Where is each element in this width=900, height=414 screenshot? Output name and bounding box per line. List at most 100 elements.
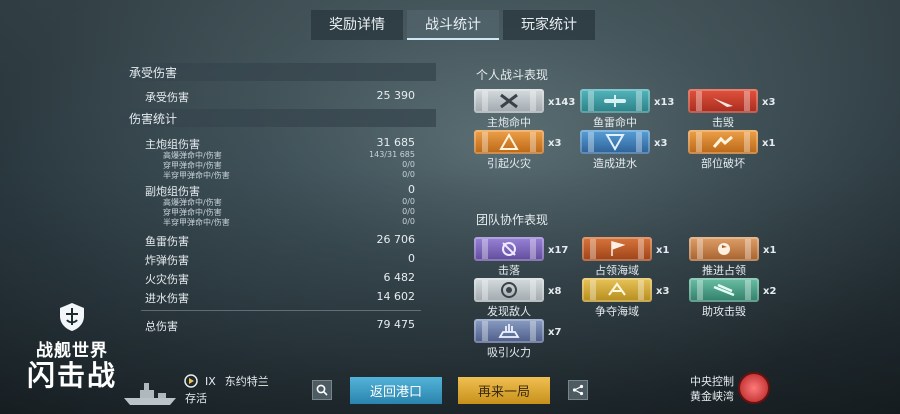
- medal-label: 鱼雷命中: [593, 116, 637, 129]
- fire-icon: [499, 133, 519, 150]
- game-logo: 战舰世界 闪击战: [22, 302, 122, 391]
- divider: [141, 310, 421, 311]
- medal-destroyed[interactable]: 击毁 x3: [688, 89, 776, 129]
- personal-performance-title: 个人战斗表现: [476, 68, 549, 82]
- sub-stat-row: 穿甲弹命中/伤害 0/0: [121, 160, 436, 170]
- medal-count: x1: [763, 245, 777, 256]
- team-performance-title: 团队协作表现: [476, 213, 549, 227]
- medal-count: x1: [656, 245, 670, 256]
- tab-battle-stats[interactable]: 战斗统计: [407, 10, 499, 40]
- medal-caused-flooding[interactable]: 造成进水 x3: [580, 130, 668, 170]
- medal-label: 击毁: [712, 116, 734, 129]
- medal-label: 部位破坏: [701, 157, 745, 170]
- sinking-ship-icon: [713, 98, 733, 107]
- damage-stats-header: 伤害统计: [121, 109, 436, 127]
- search-button[interactable]: [312, 380, 332, 400]
- sub-stat-row: 高爆弹命中/伤害 143/31 685: [121, 150, 436, 160]
- medal-label: 吸引火力: [487, 346, 531, 359]
- ship-tier: IX 东约特兰: [184, 373, 269, 389]
- medal-torpedo-hits[interactable]: 鱼雷命中 x13: [580, 89, 674, 129]
- medal-count: x17: [548, 245, 569, 256]
- medal-caused-fire[interactable]: 引起火灾 x3: [474, 130, 562, 170]
- play-again-button[interactable]: 再来一局: [458, 377, 550, 404]
- medal-ribbon: [582, 237, 652, 261]
- map-name: 黄金峡湾: [690, 390, 734, 403]
- flag-icon: [611, 241, 626, 256]
- share-button[interactable]: [568, 380, 588, 400]
- medal-module-destroyed[interactable]: 部位破坏 x1: [688, 130, 776, 170]
- ship-tier-label: IX: [205, 374, 216, 388]
- tank-damage-icon: [498, 324, 520, 338]
- return-port-button[interactable]: 返回港口: [350, 377, 442, 404]
- stat-row: 炸弹伤害 0: [121, 249, 436, 268]
- medal-ribbon: [474, 237, 544, 261]
- helm-emblem-icon: [60, 303, 84, 331]
- stat-value: 25 390: [376, 89, 416, 102]
- medal-label: 推进占领: [702, 264, 746, 277]
- tab-rewards[interactable]: 奖励详情: [311, 10, 403, 40]
- contest-icon: [608, 282, 626, 296]
- medal-count: x2: [763, 286, 777, 297]
- medal-label: 引起火灾: [487, 157, 531, 170]
- assist-icon: [713, 283, 735, 297]
- water-icon: [605, 134, 625, 151]
- medal-label: 造成进水: [593, 157, 637, 170]
- stat-value: 0: [408, 183, 415, 196]
- sub-stat-value: 0/0: [402, 197, 415, 206]
- medal-capture-progress[interactable]: 推进占领 x1: [689, 237, 777, 277]
- sub-stat-value: 0/0: [402, 160, 415, 169]
- stat-row: 火灾伤害 6 482: [121, 268, 436, 287]
- medal-contested-zone[interactable]: 争夺海域 x3: [582, 278, 670, 318]
- medal-ribbon: [580, 130, 650, 154]
- logo-line2: 闪击战: [26, 359, 117, 392]
- medal-count: x3: [656, 286, 670, 297]
- medal-ribbon: [474, 319, 544, 343]
- medal-ribbon: [688, 89, 758, 113]
- medal-count: x3: [762, 97, 776, 108]
- capture-icon: [718, 243, 730, 255]
- medal-label: 占领海域: [595, 264, 639, 277]
- sub-stat-label: 半穿甲弹命中/伤害: [163, 218, 230, 227]
- medal-ribbon: [474, 130, 544, 154]
- medal-planes-shot-down[interactable]: 击落 x17: [474, 237, 568, 277]
- medal-count: x13: [654, 97, 675, 108]
- medal-ribbon: [474, 278, 544, 302]
- medal-count: x3: [654, 138, 668, 149]
- medal-ribbon: [580, 89, 650, 113]
- stat-label: 总伤害: [145, 320, 178, 333]
- sub-stat-row: 穿甲弹命中/伤害 0/0: [121, 207, 436, 217]
- logo-line1: 战舰世界: [36, 341, 108, 361]
- torpedo-icon: [604, 95, 626, 107]
- tab-player-stats[interactable]: 玩家统计: [503, 10, 595, 40]
- medal-damage-tanked[interactable]: 吸引火力 x7: [474, 319, 562, 359]
- spotting-icon: [501, 282, 517, 298]
- medal-main-battery-hits[interactable]: 主炮命中 x143: [474, 89, 575, 129]
- plane-down-icon: [502, 242, 516, 256]
- medal-label: 争夺海域: [595, 305, 639, 318]
- sub-stat-value: 0/0: [402, 217, 415, 226]
- sub-stat-row: 高爆弹命中/伤害 0/0: [121, 197, 436, 207]
- sub-stat-value: 143/31 685: [369, 150, 415, 159]
- medal-label: 击落: [498, 264, 520, 277]
- medal-ribbon: [582, 278, 652, 302]
- broken-part-icon: [712, 135, 733, 148]
- medal-ribbon: [474, 89, 544, 113]
- sub-stat-value: 0/0: [402, 207, 415, 216]
- stat-value: 79 475: [376, 318, 416, 331]
- stat-row: 主炮组伤害 31 685: [121, 133, 436, 151]
- medal-captured-zone[interactable]: 占领海域 x1: [582, 237, 670, 277]
- search-icon: [316, 384, 328, 396]
- stat-label: 承受伤害: [145, 91, 189, 104]
- damage-received-header: 承受伤害: [121, 63, 436, 81]
- medal-assist-kill[interactable]: 助攻击毁 x2: [689, 278, 777, 318]
- stat-value: 6 482: [383, 271, 416, 284]
- medal-count: x143: [548, 97, 576, 108]
- medal-ribbon: [688, 130, 758, 154]
- battle-mode-badge-icon: [738, 372, 770, 404]
- medal-spotted-enemies[interactable]: 发现敌人 x8: [474, 278, 562, 318]
- map-info: 中央控制 黄金峡湾: [690, 374, 734, 404]
- medal-label: 发现敌人: [487, 305, 531, 318]
- stat-row: 鱼雷伤害 26 706: [121, 230, 436, 249]
- crossed-guns-icon: [500, 93, 518, 109]
- stat-label: 火灾伤害: [145, 273, 189, 286]
